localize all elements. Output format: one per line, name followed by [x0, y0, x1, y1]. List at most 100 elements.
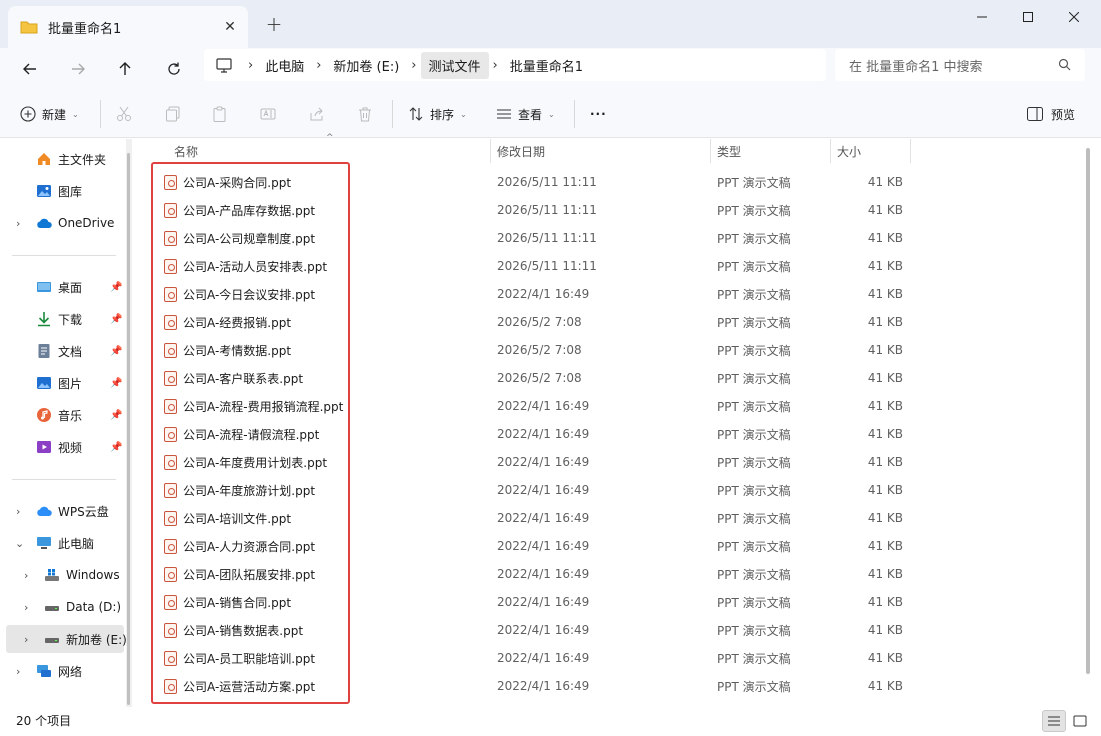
rename-button[interactable] [260, 102, 276, 126]
chevron-right-icon[interactable]: › [16, 217, 20, 230]
sidebar-item-home[interactable]: 主文件夹 [0, 145, 128, 173]
more-options-button[interactable]: ··· [590, 102, 607, 126]
tiles-view-button[interactable] [1068, 710, 1092, 732]
chevron-right-icon[interactable]: › [16, 665, 20, 678]
breadcrumb-current-folder[interactable]: 批量重命名1 [502, 52, 591, 79]
new-button[interactable]: 新建 ⌄ [20, 102, 79, 126]
maximize-button[interactable] [1005, 0, 1051, 34]
chevron-right-icon[interactable]: › [24, 633, 28, 646]
view-button[interactable]: 查看 ⌄ [496, 102, 555, 126]
file-row[interactable]: 公司A-年度旅游计划.ppt 2022/4/1 16:49 PPT 演示文稿 41 K… [140, 476, 1085, 504]
chevron-right-icon[interactable]: › [407, 58, 420, 73]
close-window-button[interactable] [1051, 0, 1097, 34]
new-tab-button[interactable]: + [262, 12, 286, 36]
column-divider[interactable] [910, 139, 911, 163]
sidebar-item-gallery[interactable]: 图库 [0, 177, 128, 205]
breadcrumb-drive-e[interactable]: 新加卷 (E:) [325, 52, 407, 79]
forward-button[interactable] [64, 55, 92, 83]
file-row[interactable]: 公司A-团队拓展安排.ppt 2022/4/1 16:49 PPT 演示文稿 41 K… [140, 560, 1085, 588]
file-modified-date: 2022/4/1 16:49 [497, 511, 590, 525]
sidebar-item-videos[interactable]: 视频 📌 [0, 433, 128, 461]
column-divider[interactable] [490, 139, 491, 163]
file-row[interactable]: 公司A-产品库存数据.ppt 2026/5/11 11:11 PPT 演示文稿 41 … [140, 196, 1085, 224]
sidebar-item-label: 视频 [58, 440, 83, 455]
copy-button[interactable] [165, 102, 181, 126]
preview-pane-button[interactable]: 预览 [1027, 102, 1075, 126]
file-row[interactable]: 公司A-运营活动方案.ppt 2022/4/1 16:49 PPT 演示文稿 41 K… [140, 672, 1085, 700]
delete-button[interactable] [357, 102, 373, 126]
file-row[interactable]: 公司A-经费报销.ppt 2026/5/2 7:08 PPT 演示文稿 41 KB [140, 308, 1085, 336]
view-list-icon [496, 106, 512, 122]
ppt-file-icon [164, 672, 177, 700]
sidebar-item-onedrive[interactable]: › OneDrive [0, 209, 128, 237]
file-name: 公司A-流程-费用报销流程.ppt [183, 399, 344, 414]
file-row[interactable]: 公司A-培训文件.ppt 2022/4/1 16:49 PPT 演示文稿 41 KB [140, 504, 1085, 532]
up-button[interactable] [111, 55, 139, 83]
pin-icon[interactable]: 📌 [110, 378, 122, 389]
chevron-down-icon[interactable]: ⌄ [15, 537, 24, 550]
minimize-button[interactable] [959, 0, 1005, 34]
file-row[interactable]: 公司A-销售数据表.ppt 2022/4/1 16:49 PPT 演示文稿 41 KB [140, 616, 1085, 644]
file-row[interactable]: 公司A-客户联系表.ppt 2026/5/2 7:08 PPT 演示文稿 41 KB [140, 364, 1085, 392]
file-row[interactable]: 公司A-考情数据.ppt 2026/5/2 7:08 PPT 演示文稿 41 KB [140, 336, 1085, 364]
file-row[interactable]: 公司A-流程-费用报销流程.ppt 2022/4/1 16:49 PPT 演示文稿 4… [140, 392, 1085, 420]
address-bar[interactable]: › 此电脑 › 新加卷 (E:) › 测试文件 › 批量重命名1 [204, 49, 826, 81]
file-row[interactable]: 公司A-公司规章制度.ppt 2026/5/11 11:11 PPT 演示文稿 41 … [140, 224, 1085, 252]
file-row[interactable]: 公司A-活动人员安排表.ppt 2026/5/11 11:11 PPT 演示文稿 41… [140, 252, 1085, 280]
sidebar-scrollbar-thumb[interactable] [127, 153, 130, 705]
pin-icon[interactable]: 📌 [110, 346, 122, 357]
sidebar-item-desktop[interactable]: 桌面 📌 [0, 273, 128, 301]
share-button[interactable] [309, 102, 325, 126]
sidebar-item-downloads[interactable]: 下载 📌 [0, 305, 128, 333]
pin-icon[interactable]: 📌 [110, 314, 122, 325]
file-row[interactable]: 公司A-今日会议安排.ppt 2022/4/1 16:49 PPT 演示文稿 41 K… [140, 280, 1085, 308]
cut-icon [116, 106, 132, 122]
chevron-right-icon[interactable]: › [16, 505, 20, 518]
sidebar-item-wps-cloud[interactable]: › WPS云盘 [0, 497, 128, 525]
sidebar-item-this-pc[interactable]: ⌄ 此电脑 [0, 529, 128, 557]
sidebar-item-pictures[interactable]: 图片 📌 [0, 369, 128, 397]
tab-close-icon[interactable]: ✕ [216, 13, 244, 41]
pin-icon[interactable]: 📌 [110, 410, 122, 421]
back-button[interactable] [16, 55, 44, 83]
chevron-right-icon[interactable]: › [24, 569, 28, 582]
ppt-file-icon [164, 588, 177, 616]
chevron-right-icon[interactable]: › [489, 58, 502, 73]
column-divider[interactable] [830, 139, 831, 163]
column-header-name[interactable]: 名称 [174, 139, 198, 163]
sidebar-item-network[interactable]: › 网络 [0, 657, 128, 685]
file-row[interactable]: 公司A-人力资源合同.ppt 2022/4/1 16:49 PPT 演示文稿 41 K… [140, 532, 1085, 560]
search-input[interactable]: 在 批量重命名1 中搜索 [835, 49, 1085, 81]
pin-icon[interactable]: 📌 [110, 282, 122, 293]
sort-button[interactable]: 排序 ⌄ [408, 102, 467, 126]
paste-button[interactable] [212, 102, 228, 126]
column-header-modified[interactable]: 修改日期 [497, 139, 545, 163]
sidebar-item-data-d[interactable]: › Data (D:) [0, 593, 128, 621]
file-list-scrollbar[interactable] [1086, 148, 1090, 674]
breadcrumb-test-files[interactable]: 测试文件 [420, 51, 489, 79]
details-view-button[interactable] [1042, 710, 1066, 732]
column-header-size[interactable]: 大小 [837, 139, 861, 163]
column-header-type[interactable]: 类型 [717, 139, 741, 163]
sidebar-item-documents[interactable]: 文档 📌 [0, 337, 128, 365]
sidebar-item-windows-drive[interactable]: › Windows [0, 561, 128, 589]
file-row[interactable]: 公司A-员工职能培训.ppt 2022/4/1 16:49 PPT 演示文稿 41 K… [140, 644, 1085, 672]
tab-current[interactable]: 批量重命名1 ✕ [8, 6, 248, 48]
file-row[interactable]: 公司A-流程-请假流程.ppt 2022/4/1 16:49 PPT 演示文稿 41 … [140, 420, 1085, 448]
breadcrumb-this-pc[interactable]: 此电脑 [257, 52, 312, 79]
plus-circle-icon [20, 106, 36, 122]
chevron-right-icon[interactable]: › [24, 601, 28, 614]
file-row[interactable]: 公司A-采购合同.ppt 2026/5/11 11:11 PPT 演示文稿 41 KB [140, 168, 1085, 196]
file-row[interactable]: 公司A-年度费用计划表.ppt 2022/4/1 16:49 PPT 演示文稿 41 … [140, 448, 1085, 476]
sidebar-item-new-volume-e[interactable]: › 新加卷 (E:) [6, 625, 127, 653]
sidebar-item-music[interactable]: 音乐 📌 [0, 401, 128, 429]
refresh-button[interactable] [160, 55, 188, 83]
pin-icon[interactable]: 📌 [110, 442, 122, 453]
column-divider[interactable] [710, 139, 711, 163]
cut-button[interactable] [116, 102, 132, 126]
ppt-file-icon [164, 392, 177, 420]
file-type: PPT 演示文稿 [717, 455, 791, 470]
chevron-right-icon[interactable]: › [312, 58, 325, 73]
file-row[interactable]: 公司A-销售合同.ppt 2022/4/1 16:49 PPT 演示文稿 41 KB [140, 588, 1085, 616]
chevron-right-icon[interactable]: › [244, 58, 257, 73]
